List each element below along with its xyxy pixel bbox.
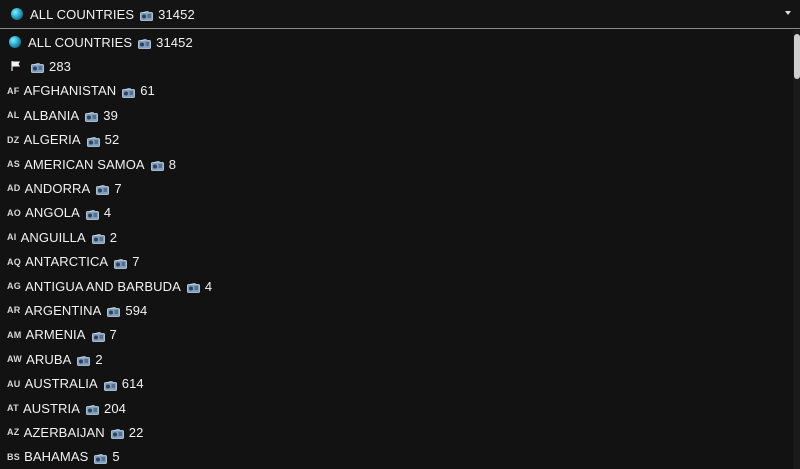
white-flag-icon bbox=[10, 60, 22, 72]
radio-icon bbox=[186, 281, 200, 293]
country-name: ALL COUNTRIES bbox=[28, 34, 133, 50]
country-code: AW bbox=[7, 354, 23, 365]
country-code: AS bbox=[7, 159, 21, 169]
globe-icon bbox=[9, 36, 21, 48]
country-code: AZ bbox=[7, 427, 20, 438]
country-name: ANTARCTICA bbox=[25, 254, 109, 270]
radio-icon bbox=[150, 159, 164, 171]
country-code: AU bbox=[7, 378, 21, 389]
radio-icon bbox=[86, 135, 100, 147]
country-option[interactable]: AG ANTIGUA AND BARBUDA 4 bbox=[0, 274, 212, 298]
country-code: AG bbox=[7, 281, 22, 291]
country-code: AT bbox=[7, 403, 19, 413]
country-name: AMERICAN SAMOA bbox=[24, 156, 145, 172]
station-count: 7 bbox=[114, 180, 122, 196]
station-count: 8 bbox=[168, 156, 177, 172]
station-count: 204 bbox=[103, 400, 126, 416]
country-code: DZ bbox=[7, 134, 20, 145]
country-name: BAHAMAS bbox=[24, 449, 89, 465]
radio-icon bbox=[107, 305, 121, 318]
radio-icon bbox=[86, 403, 99, 415]
country-option[interactable]: AM ARMENIA 7 bbox=[0, 323, 117, 347]
country-name: ANTIGUA AND BARBUDA bbox=[25, 278, 181, 294]
radio-icon bbox=[122, 86, 136, 98]
country-code: AF bbox=[7, 85, 20, 96]
country-name: ALGERIA bbox=[23, 132, 81, 148]
radio-icon bbox=[114, 257, 128, 269]
country-name: ANGUILLA bbox=[20, 229, 86, 245]
country-name: ALBANIA bbox=[23, 107, 80, 123]
radio-icon bbox=[85, 110, 99, 123]
selected-country-label: ALL COUNTRIES bbox=[30, 6, 135, 22]
country-code: BS bbox=[7, 451, 21, 462]
country-name: ANGOLA bbox=[25, 205, 80, 221]
radio-icon bbox=[94, 452, 108, 464]
radio-icon bbox=[103, 379, 117, 391]
country-option[interactable]: AD ANDORRA 7 bbox=[0, 176, 122, 200]
station-count: 22 bbox=[128, 424, 144, 440]
country-code: AL bbox=[7, 110, 20, 121]
country-option[interactable]: AU AUSTRALIA 614 bbox=[0, 372, 144, 396]
country-option[interactable]: BS BAHAMAS 5 bbox=[0, 445, 120, 469]
station-count: 5 bbox=[112, 449, 120, 465]
country-option[interactable]: AR ARGENTINA 594 bbox=[0, 298, 147, 322]
station-count: 7 bbox=[109, 327, 117, 343]
country-option[interactable]: ALL COUNTRIES 31452 bbox=[0, 30, 193, 54]
country-option[interactable]: AZ AZERBAIJAN 22 bbox=[0, 420, 143, 444]
scrollbar-thumb[interactable] bbox=[794, 34, 800, 79]
country-name: AUSTRALIA bbox=[24, 376, 98, 392]
scrollbar[interactable] bbox=[793, 30, 800, 469]
radio-icon bbox=[91, 330, 105, 342]
station-count: 594 bbox=[125, 302, 148, 318]
country-option[interactable]: DZ ALGERIA 52 bbox=[0, 128, 119, 152]
chevron-down-icon[interactable] bbox=[785, 11, 791, 15]
globe-icon bbox=[11, 8, 23, 20]
country-code: AI bbox=[7, 232, 17, 243]
station-count: 61 bbox=[140, 83, 155, 99]
station-count: 614 bbox=[121, 376, 144, 392]
country-option[interactable]: AS AMERICAN SAMOA 8 bbox=[0, 152, 176, 176]
country-name: AFGHANISTAN bbox=[23, 83, 117, 99]
country-name: AUSTRIA bbox=[22, 400, 80, 416]
radio-icon bbox=[140, 9, 154, 21]
country-option[interactable]: 283 bbox=[0, 54, 71, 78]
country-option[interactable]: AW ARUBA 2 bbox=[0, 347, 103, 371]
station-count: 2 bbox=[95, 351, 103, 367]
station-count: 7 bbox=[132, 254, 140, 270]
country-option[interactable]: AI ANGUILLA 2 bbox=[0, 225, 117, 249]
country-code: AO bbox=[7, 207, 22, 218]
country-code: AD bbox=[7, 183, 21, 194]
station-count: 39 bbox=[103, 107, 118, 123]
country-name: ANDORRA bbox=[24, 180, 91, 196]
radio-icon bbox=[91, 232, 105, 245]
country-option[interactable]: AF AFGHANISTAN 61 bbox=[0, 79, 155, 103]
station-count: 52 bbox=[104, 132, 120, 148]
country-name: AZERBAIJAN bbox=[23, 424, 105, 440]
radio-icon bbox=[86, 208, 99, 220]
country-listbox[interactable]: ALL COUNTRIES 31452 283 AF AFGHANISTAN 61 AL AL… bbox=[0, 30, 800, 469]
country-code: AM bbox=[7, 329, 22, 340]
country-option[interactable]: AQ ANTARCTICA 7 bbox=[0, 250, 140, 274]
country-name: ARGENTINA bbox=[24, 302, 102, 318]
station-count: 283 bbox=[49, 58, 71, 74]
station-count: 4 bbox=[204, 278, 213, 294]
selected-country-count: 31452 bbox=[158, 6, 195, 22]
radio-icon bbox=[31, 61, 44, 74]
radio-icon bbox=[110, 427, 124, 440]
station-count: 31452 bbox=[156, 34, 193, 50]
country-option[interactable]: AO ANGOLA 4 bbox=[0, 201, 111, 225]
radio-icon bbox=[138, 37, 152, 49]
country-code: AR bbox=[7, 305, 21, 316]
radio-icon bbox=[77, 354, 91, 367]
country-name: ARMENIA bbox=[25, 327, 86, 343]
radio-icon bbox=[96, 183, 110, 196]
country-select[interactable]: ALL COUNTRIES 31452 bbox=[0, 0, 800, 29]
country-option[interactable]: AT AUSTRIA 204 bbox=[0, 396, 126, 420]
country-name: ARUBA bbox=[26, 351, 72, 367]
country-option[interactable]: AL ALBANIA 39 bbox=[0, 103, 118, 127]
country-code: AQ bbox=[7, 256, 22, 267]
station-count: 4 bbox=[103, 205, 112, 221]
station-count: 2 bbox=[109, 229, 118, 245]
